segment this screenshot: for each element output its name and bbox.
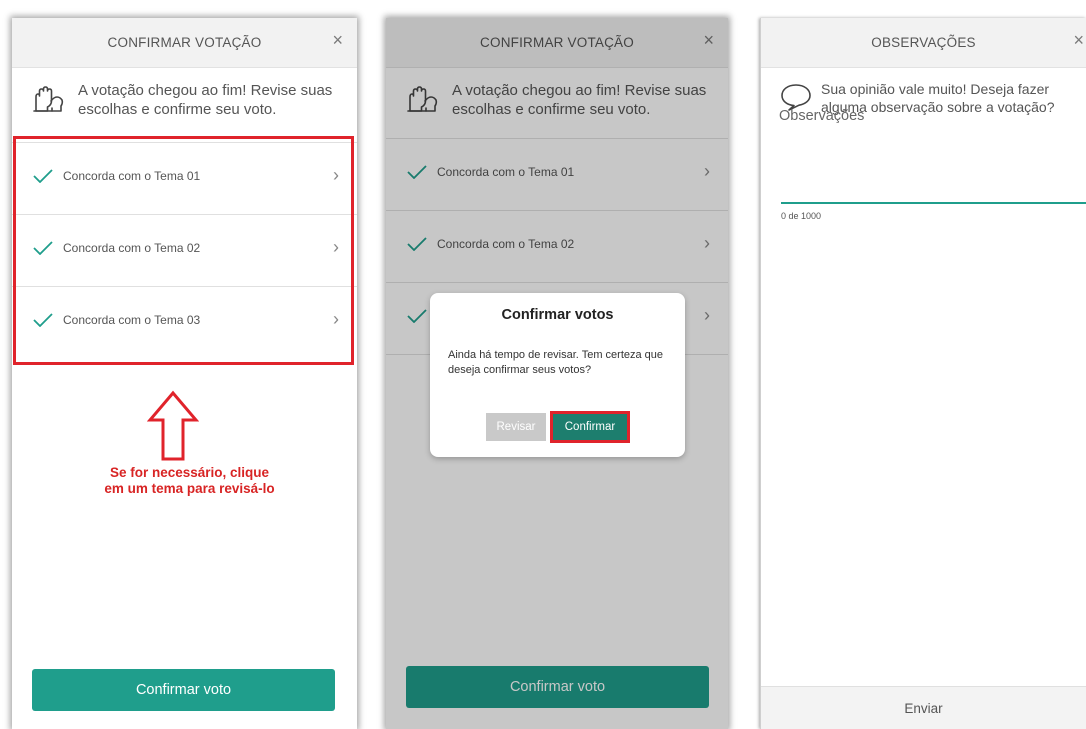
list-item-theme-01[interactable]: Concorda com o Tema 01 › [12,142,357,214]
list-item-label: Concorda com o Tema 03 [63,313,201,327]
list-item-theme-03[interactable]: Concorda com o Tema 03 › [12,286,357,358]
chevron-right-icon: › [333,237,339,257]
dialog-title: Confirmar votos [501,307,614,323]
chevron-right-icon: › [333,165,339,185]
observations-input[interactable]: Observações [779,108,864,124]
confirm-dialog: Confirmar votos Ainda há tempo de revisa… [430,293,685,457]
dialog-message: Ainda há tempo de revisar. Tem certeza q… [448,349,664,376]
review-button[interactable]: Revisar [486,413,546,441]
confirm-vote-button[interactable]: Confirmar voto [32,669,335,711]
check-icon [33,241,53,255]
arrow-up-icon [147,390,199,461]
list-item-label: Concorda com o Tema 01 [63,169,201,183]
chevron-right-icon: › [333,309,339,329]
header-title: CONFIRMAR VOTAÇÃO [107,35,262,50]
close-icon[interactable]: × [1073,30,1084,51]
list-item-label: Concorda com o Tema 02 [63,241,201,255]
screen-confirm-dialog: CONFIRMAR VOTAÇÃO × A votação chegou ao … [386,18,728,729]
header: OBSERVAÇÕES × [761,18,1086,68]
check-icon [33,313,53,327]
screen-confirm-vote: CONFIRMAR VOTAÇÃO × A votação chegou ao … [12,18,357,729]
check-icon [33,169,53,183]
screen-observations: OBSERVAÇÕES × Sua opinião vale muito! De… [760,18,1086,729]
close-icon[interactable]: × [332,30,343,51]
confirm-button[interactable]: Confirmar [550,411,630,443]
voting-hands-icon [33,86,64,112]
annotation-text: Se for necessário, clique em um tema par… [104,465,275,496]
intro: A votação chegou ao fim! Revise suas esc… [32,81,342,121]
intro-text: A votação chegou ao fim! Revise suas esc… [78,82,333,118]
footer-bar: Enviar [761,686,1086,729]
header: CONFIRMAR VOTAÇÃO × [12,18,357,68]
list-item-theme-02[interactable]: Concorda com o Tema 02 › [12,214,357,286]
input-underline [781,202,1086,204]
character-counter: 0 de 1000 [781,211,822,221]
send-button[interactable]: Enviar [761,701,1086,716]
header-title: OBSERVAÇÕES [871,35,976,50]
